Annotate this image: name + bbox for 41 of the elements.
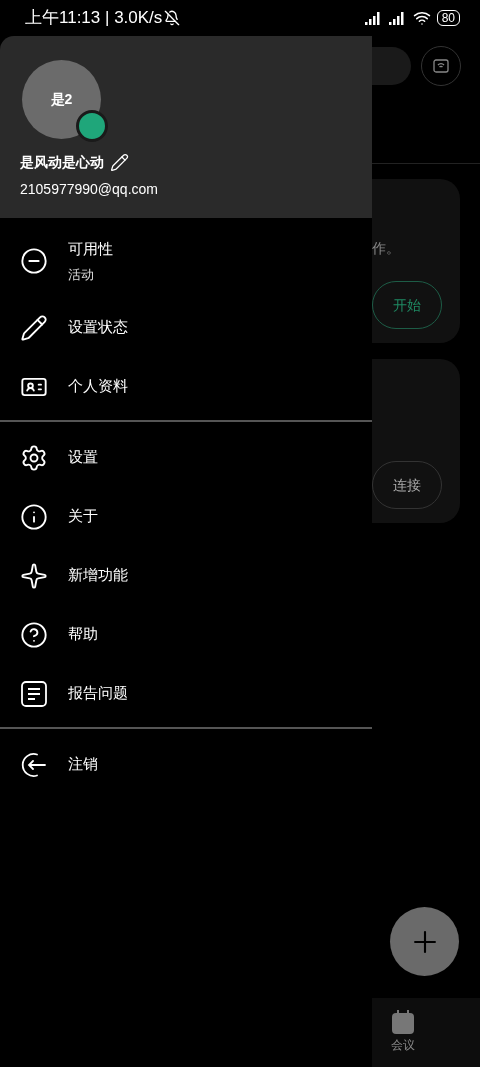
- menu-item[interactable]: 个人资料: [0, 357, 372, 416]
- pencil-icon: [20, 313, 48, 342]
- menu-item[interactable]: 报告问题: [0, 664, 372, 723]
- signal-icon: [364, 11, 383, 25]
- wifi-icon: [412, 9, 431, 27]
- menu-label: 报告问题: [68, 683, 128, 704]
- menu-item[interactable]: 设置状态: [0, 298, 372, 357]
- menu-label: 个人资料: [68, 376, 128, 397]
- menu-item[interactable]: 关于: [0, 487, 372, 546]
- help-icon: [20, 620, 48, 649]
- avatar[interactable]: 是2: [22, 60, 101, 139]
- minus-circle-icon: [20, 247, 48, 275]
- menu-item[interactable]: 可用性 活动: [0, 224, 372, 298]
- menu-label: 设置: [68, 447, 98, 468]
- menu-label: 注销: [68, 754, 98, 775]
- menu-item[interactable]: 注销: [0, 735, 372, 794]
- menu-label: 关于: [68, 506, 98, 527]
- menu-label: 帮助: [68, 624, 98, 645]
- status-time: 上午11:13 | 3.0K/s: [25, 7, 163, 30]
- menu-label: 可用性: [68, 239, 113, 259]
- edit-icon[interactable]: [110, 153, 129, 172]
- menu-item[interactable]: 帮助: [0, 605, 372, 664]
- bell-off-icon: [164, 10, 181, 26]
- profile-email: 2105977990@qq.com: [20, 180, 159, 199]
- sparkle-icon: [20, 561, 48, 590]
- battery-indicator: 80: [436, 10, 460, 26]
- signal-icon: [388, 11, 407, 25]
- menu-label: 新增功能: [68, 565, 128, 586]
- menu-sublabel: 活动: [68, 265, 95, 284]
- nav-item[interactable]: 会议: [378, 998, 428, 1067]
- profile-name: 是风动是心动: [20, 153, 104, 172]
- cast-icon: [433, 59, 449, 73]
- logout-icon: [20, 750, 48, 779]
- menu-label: 设置状态: [68, 317, 128, 338]
- settings-icon: [20, 443, 48, 472]
- calendar-icon: [392, 1010, 414, 1034]
- info-icon: [20, 502, 48, 531]
- document-list-icon: [20, 679, 48, 708]
- menu-item[interactable]: 设置: [0, 428, 372, 487]
- menu-item[interactable]: 新增功能: [0, 546, 372, 605]
- card-text: 作。: [372, 239, 401, 258]
